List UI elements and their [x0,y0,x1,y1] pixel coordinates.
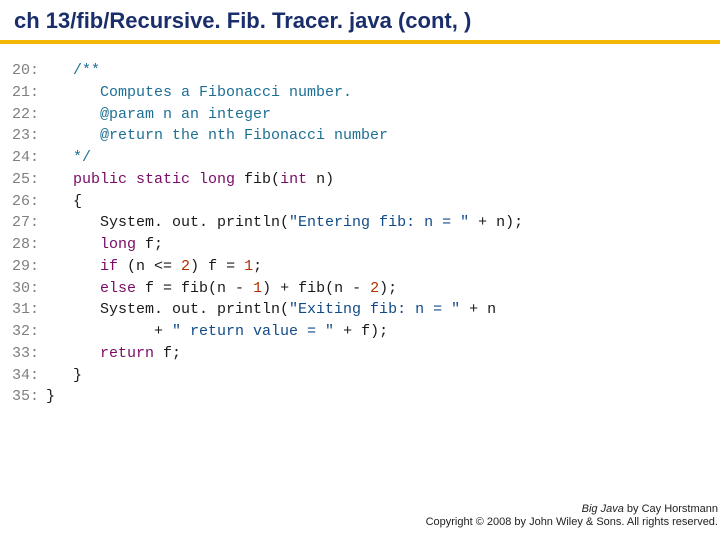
token-pl [46,280,100,297]
token-pl: + n [460,301,496,318]
divider-rule [0,40,720,44]
token-cm: @return the nth Fibonacci number [100,127,388,144]
token-nm: 2 [181,258,190,275]
book-title: Big Java [582,503,624,515]
code-line: 23: @return the nth Fibonacci number [12,125,523,147]
line-number: 27: [12,212,46,234]
line-number: 26: [12,191,46,213]
line-number: 23: [12,125,46,147]
token-pl [46,171,73,188]
token-pl: fib( [235,171,280,188]
code-line: 30: else f = fib(n - 1) + fib(n - 2); [12,278,523,300]
token-nm: 1 [253,280,262,297]
token-pl: ; [253,258,262,275]
author: by Cay Horstmann [624,503,718,515]
token-pl: ) + fib(n - [262,280,370,297]
token-nm: 1 [244,258,253,275]
copyright: Copyright © 2008 by John Wiley & Sons. A… [426,516,718,528]
line-number: 33: [12,343,46,365]
line-number: 29: [12,256,46,278]
token-kw: long [100,236,136,253]
code-line: 32: + " return value = " + f); [12,321,523,343]
token-pl: } [46,388,55,405]
code-block: 20: /**21: Computes a Fibonacci number.2… [12,60,523,408]
code-line: 26: { [12,191,523,213]
line-number: 21: [12,82,46,104]
token-pl: f; [154,345,181,362]
token-pl: ) f = [190,258,244,275]
token-nm: 2 [370,280,379,297]
line-number: 31: [12,299,46,321]
token-kw: if [100,258,118,275]
token-kw: int [280,171,307,188]
token-pl [46,106,100,123]
code-line: 24: */ [12,147,523,169]
token-pl [46,149,73,166]
code-line: 31: System. out. println("Exiting fib: n… [12,299,523,321]
line-number: 20: [12,60,46,82]
token-pl: n) [307,171,334,188]
line-number: 25: [12,169,46,191]
code-line: 34: } [12,365,523,387]
token-pl: System. out. println( [46,301,289,318]
token-cm: /** [73,62,100,79]
code-line: 20: /** [12,60,523,82]
code-line: 29: if (n <= 2) f = 1; [12,256,523,278]
token-pl [46,62,73,79]
line-number: 34: [12,365,46,387]
token-pl: ); [379,280,397,297]
line-number: 24: [12,147,46,169]
token-pl: } [46,367,82,384]
token-pl [46,84,100,101]
code-line: 25: public static long fib(int n) [12,169,523,191]
token-kw: return [100,345,154,362]
line-number: 30: [12,278,46,300]
token-pl: { [46,193,82,210]
code-line: 28: long f; [12,234,523,256]
code-line: 33: return f; [12,343,523,365]
token-pl: f = fib(n - [136,280,253,297]
token-cm: Computes a Fibonacci number. [100,84,352,101]
token-pl [46,236,100,253]
line-number: 32: [12,321,46,343]
line-number: 28: [12,234,46,256]
token-pl [46,345,100,362]
token-st: "Exiting fib: n = " [289,301,460,318]
token-kw: public static long [73,171,235,188]
code-line: 21: Computes a Fibonacci number. [12,82,523,104]
code-line: 22: @param n an integer [12,104,523,126]
token-pl: f; [136,236,163,253]
token-cm: */ [73,149,91,166]
token-kw: else [100,280,136,297]
code-line: 27: System. out. println("Entering fib: … [12,212,523,234]
token-pl [46,127,100,144]
token-pl: (n <= [118,258,181,275]
token-pl: + f); [334,323,388,340]
page-title: ch 13/fib/Recursive. Fib. Tracer. java (… [14,8,471,34]
footer: Big Java by Cay Horstmann Copyright © 20… [426,503,718,531]
token-pl: + [46,323,172,340]
token-st: " return value = " [172,323,334,340]
line-number: 22: [12,104,46,126]
line-number: 35: [12,386,46,408]
token-pl [46,258,100,275]
token-cm: @param n an integer [100,106,271,123]
code-line: 35:} [12,386,523,408]
token-pl: System. out. println( [46,214,289,231]
token-st: "Entering fib: n = " [289,214,469,231]
token-pl: + n); [469,214,523,231]
